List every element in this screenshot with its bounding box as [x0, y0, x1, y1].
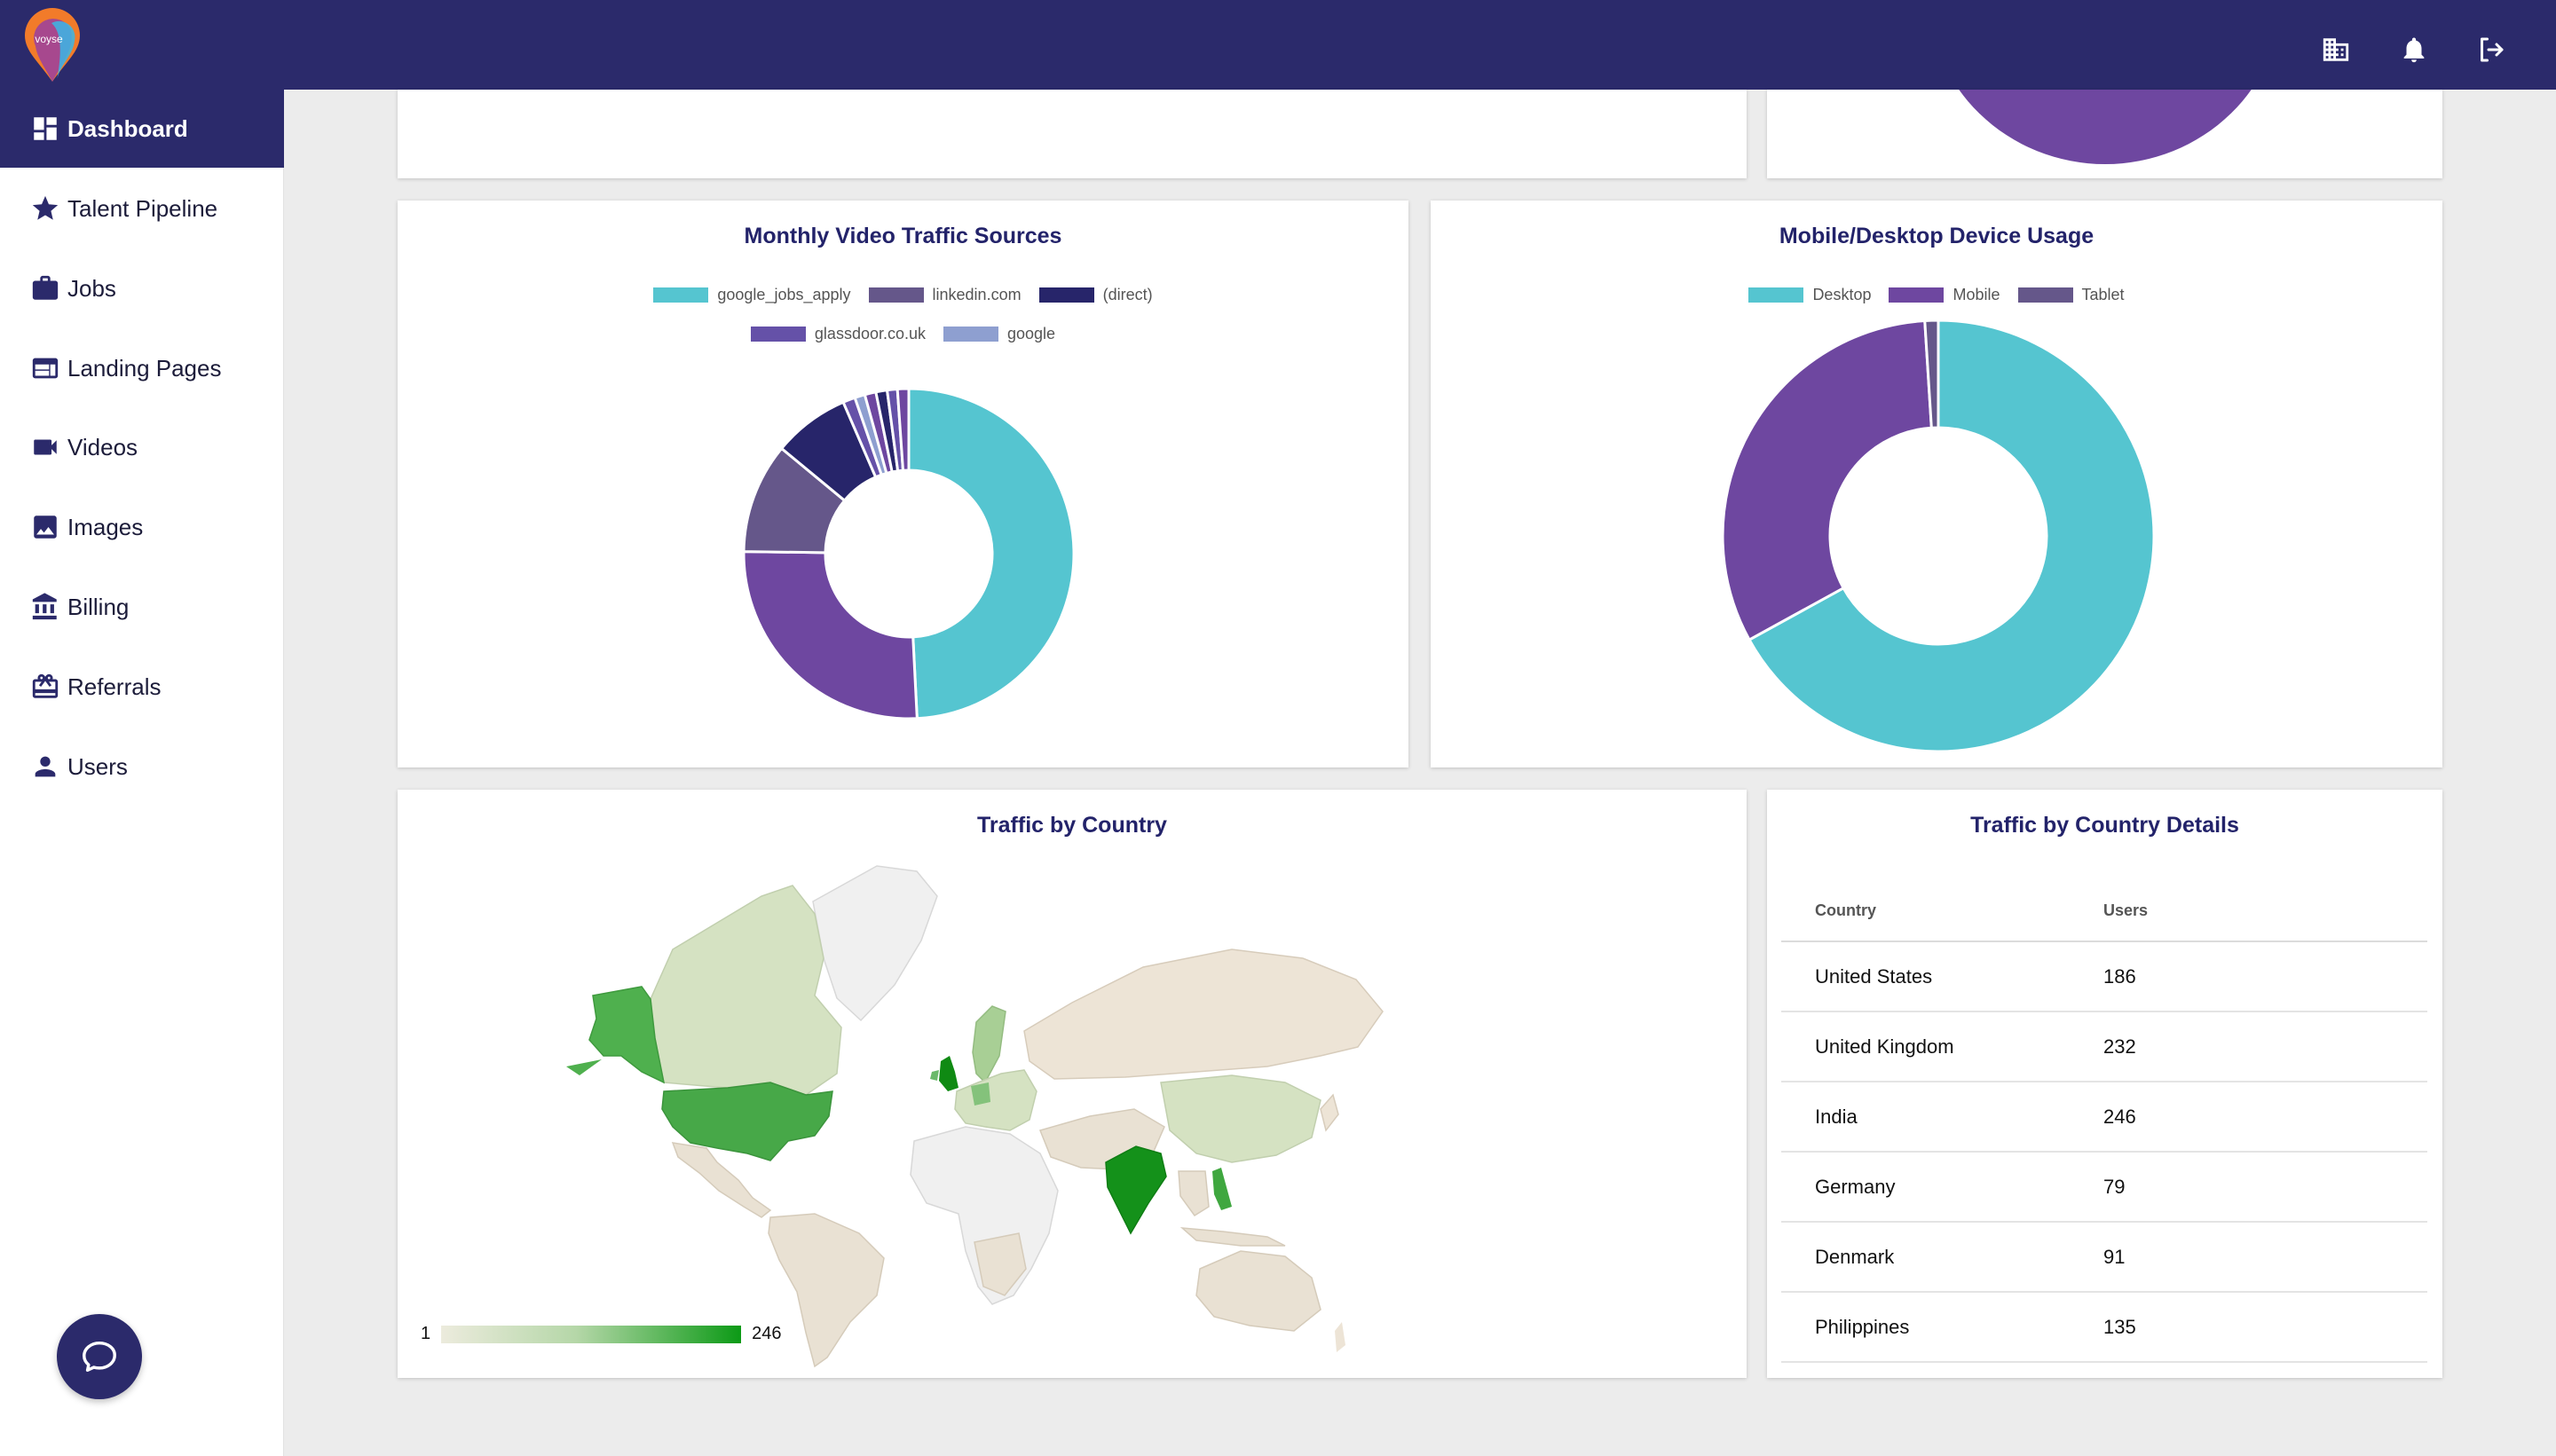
card-country-details: Traffic by Country Details Country Users…: [1767, 790, 2442, 1378]
legend-max-value: 246: [752, 1324, 782, 1343]
map-region[interactable]: [650, 885, 842, 1096]
table-row[interactable]: Germany 79: [1781, 1153, 2427, 1223]
country-cell: Germany: [1815, 1175, 1896, 1198]
users-cell: 91: [2103, 1245, 2126, 1268]
sidebar-item-label: Landing Pages: [67, 354, 222, 382]
dashboard-icon: [34, 117, 57, 140]
sidebar-item-videos[interactable]: Videos: [0, 408, 284, 486]
donut-slice[interactable]: [907, 387, 1076, 720]
map-region[interactable]: [812, 865, 938, 1022]
partial-pie-chart: [1959, 90, 2252, 164]
map-region[interactable]: [1320, 1093, 1339, 1132]
donut-slice[interactable]: [742, 550, 919, 720]
map-region[interactable]: [768, 1213, 885, 1368]
column-header-country[interactable]: Country: [1815, 901, 1876, 920]
card-traffic-sources: Monthly Video Traffic Sources google_job…: [398, 201, 1408, 767]
chat-bubble-icon: [83, 1341, 116, 1373]
sidebar-item-label: Users: [67, 752, 128, 780]
color-gradient-bar: [441, 1325, 742, 1343]
map-region[interactable]: [972, 1005, 1006, 1084]
voyse-logo[interactable]: voyse: [21, 7, 83, 83]
map-region[interactable]: [1178, 1170, 1210, 1217]
image-icon: [34, 516, 57, 539]
chat-button[interactable]: [57, 1314, 142, 1399]
table-row[interactable]: United Kingdom 232: [1781, 1012, 2427, 1082]
map-region[interactable]: [1179, 1227, 1286, 1247]
sidebar: Dashboard Talent Pipeline Jobs Landing P…: [0, 90, 284, 1456]
country-cell: Denmark: [1815, 1245, 1895, 1268]
country-cell: United Kingdom: [1815, 1035, 1954, 1058]
table-title: Traffic by Country Details: [1970, 813, 2239, 838]
web-page-icon: [32, 358, 59, 379]
table-row[interactable]: United States 186: [1781, 942, 2427, 1012]
sidebar-item-label: Talent Pipeline: [67, 194, 218, 222]
country-table: Country Users United States 186 United K…: [1781, 846, 2427, 1363]
sidebar-item-landing-pages[interactable]: Landing Pages: [0, 329, 284, 407]
sidebar-item-jobs[interactable]: Jobs: [0, 249, 284, 327]
video-camera-icon: [34, 439, 57, 455]
users-cell: 79: [2103, 1175, 2126, 1198]
sidebar-item-label: Referrals: [67, 673, 162, 700]
logout-icon[interactable]: [2473, 32, 2509, 67]
sidebar-item-images[interactable]: Images: [0, 488, 284, 566]
building-icon[interactable]: [2318, 32, 2354, 67]
users-cell: 246: [2103, 1105, 2136, 1128]
users-cell: 135: [2103, 1315, 2136, 1338]
map-region[interactable]: [1023, 948, 1384, 1080]
map-region[interactable]: [1195, 1250, 1321, 1332]
bank-icon: [32, 593, 57, 620]
gift-card-icon: [32, 673, 59, 698]
table-row[interactable]: India 246: [1781, 1082, 2427, 1153]
sidebar-item-referrals[interactable]: Referrals: [0, 648, 284, 726]
country-cell: United States: [1815, 964, 1933, 988]
logo-text: voyse: [35, 33, 63, 45]
partial-card-top-left: [398, 90, 1747, 178]
card-traffic-map: Traffic by Country 1 246: [398, 790, 1747, 1378]
map-region[interactable]: [1160, 1074, 1321, 1163]
star-icon: [32, 195, 59, 220]
world-map[interactable]: [398, 790, 1747, 1378]
sidebar-item-users[interactable]: Users: [0, 728, 284, 806]
top-app-bar: voyse: [0, 0, 2556, 90]
traffic-sources-donut-chart: [742, 387, 1076, 720]
sidebar-item-label: Billing: [67, 593, 130, 620]
bell-icon[interactable]: [2396, 32, 2432, 67]
sidebar-item-talent-pipeline[interactable]: Talent Pipeline: [0, 169, 284, 248]
sidebar-item-label: Dashboard: [67, 114, 188, 142]
column-header-users[interactable]: Users: [2103, 901, 2148, 920]
map-color-legend: 1 246: [421, 1324, 782, 1344]
map-region[interactable]: [930, 1070, 939, 1081]
map-region[interactable]: [1105, 1145, 1167, 1235]
partial-card-top-right: [1767, 90, 2442, 178]
sidebar-item-label: Jobs: [67, 274, 116, 302]
map-region[interactable]: [1335, 1322, 1345, 1352]
sidebar-item-dashboard[interactable]: Dashboard: [0, 90, 284, 168]
card-device-usage: Mobile/Desktop Device Usage Desktop Mobi…: [1431, 201, 2442, 767]
users-cell: 232: [2103, 1035, 2136, 1058]
users-cell: 186: [2103, 964, 2136, 988]
sidebar-item-billing[interactable]: Billing: [0, 568, 284, 646]
map-region[interactable]: [954, 1069, 1037, 1131]
legend-min-value: 1: [421, 1324, 431, 1343]
table-row[interactable]: Philippines 135: [1781, 1293, 2427, 1363]
map-region[interactable]: [971, 1082, 990, 1106]
country-cell: Philippines: [1815, 1315, 1910, 1338]
country-cell: India: [1815, 1105, 1858, 1128]
map-region[interactable]: [566, 1059, 602, 1075]
table-row[interactable]: Denmark 91: [1781, 1223, 2427, 1293]
map-region[interactable]: [1212, 1168, 1232, 1210]
sidebar-item-label: Images: [67, 513, 144, 540]
device-usage-donut-chart: [1721, 319, 2156, 753]
sidebar-item-label: Videos: [67, 433, 138, 460]
table-header: Country Users: [1781, 846, 2427, 942]
person-icon: [35, 756, 56, 777]
donut-slice[interactable]: [1721, 319, 1933, 642]
briefcase-icon: [32, 275, 59, 300]
map-region[interactable]: [939, 1056, 958, 1091]
